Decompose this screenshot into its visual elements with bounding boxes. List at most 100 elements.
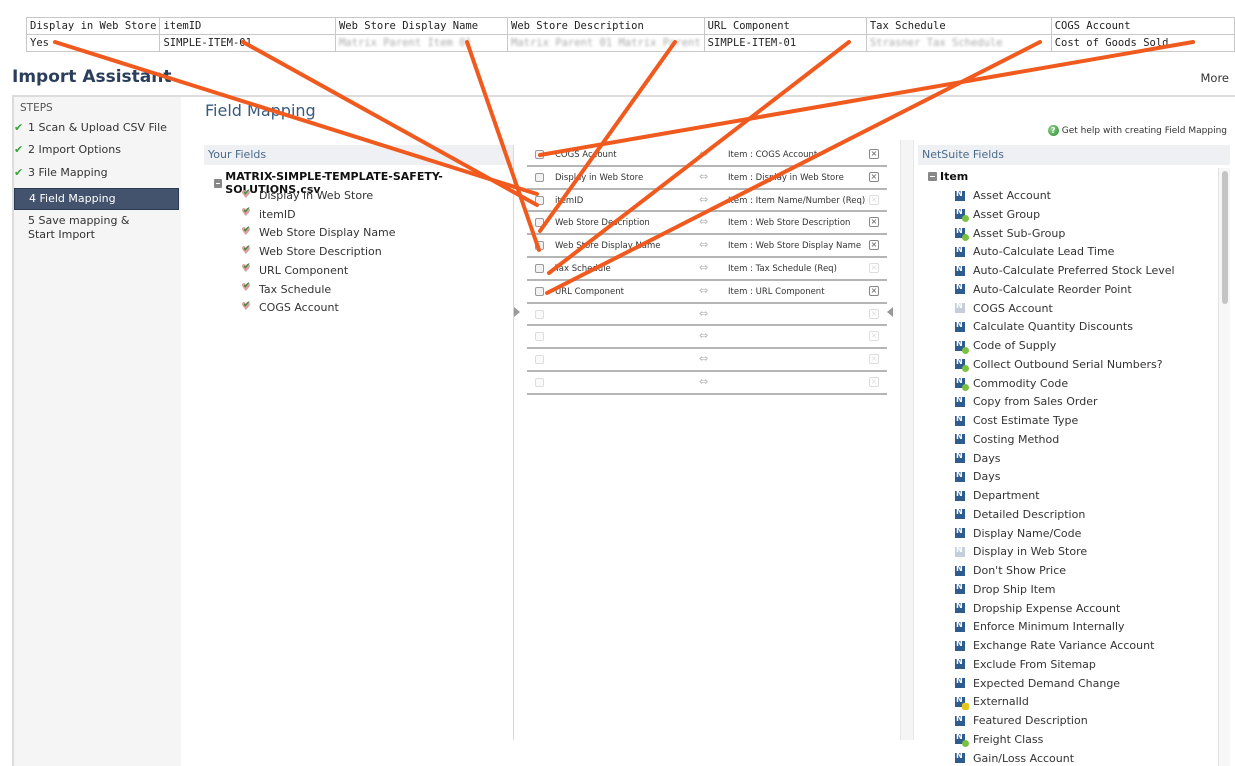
edit-mapping-icon[interactable] [535, 377, 544, 387]
mapping-target: Item : COGS Account [728, 150, 818, 160]
netsuite-scrollbar[interactable] [1218, 168, 1230, 766]
section-title: Field Mapping [205, 101, 316, 120]
netsuite-field-item[interactable]: Freight Class [955, 732, 1043, 748]
your-field-item[interactable]: itemID [241, 206, 296, 221]
collapse-icon[interactable] [928, 172, 937, 181]
netsuite-field-item[interactable]: Display in Web Store [955, 545, 1087, 558]
edit-mapping-icon[interactable] [535, 309, 544, 319]
netsuite-field-item[interactable]: Featured Description [955, 714, 1088, 727]
bidirectional-arrow-icon: ⇔ [699, 169, 709, 183]
step-label: 2 Import Options [28, 143, 121, 156]
remove-mapping-icon[interactable]: × [869, 376, 879, 387]
netsuite-field-item[interactable]: Detailed Description [955, 507, 1085, 521]
netsuite-field-item[interactable]: COGS Account [955, 301, 1053, 315]
edit-mapping-icon[interactable] [535, 263, 544, 273]
your-field-label: itemID [259, 207, 296, 221]
netsuite-field-item[interactable]: Days [955, 451, 1000, 465]
netsuite-field-label: Days [973, 470, 1001, 484]
step-save-start-import[interactable]: 5 Save mapping & Start Import [14, 214, 154, 242]
step-file-mapping[interactable]: ✔ 3 File Mapping [14, 166, 179, 180]
netsuite-field-icon [955, 207, 969, 223]
mapping-row: ⇔ × [527, 326, 887, 350]
netsuite-field-item[interactable]: Calculate Quantity Discounts [955, 320, 1133, 333]
csv-header-cell: Web Store Display Name [334, 17, 509, 35]
edit-mapping-icon[interactable] [535, 150, 544, 159]
netsuite-field-item[interactable]: Auto-Calculate Preferred Stock Level [955, 264, 1175, 277]
step-scan-upload[interactable]: ✔ 1 Scan & Upload CSV File [14, 121, 179, 135]
mapping-row: ⇔ × [527, 372, 887, 395]
item-node[interactable]: Item [928, 170, 968, 183]
netsuite-field-item[interactable]: Exclude From Sitemap [955, 657, 1096, 671]
remove-mapping-icon[interactable]: × [869, 194, 879, 205]
netsuite-field-label: Cost Estimate Type [973, 414, 1079, 427]
netsuite-field-label: Copy from Sales Order [973, 395, 1098, 409]
remove-mapping-icon[interactable]: × [869, 240, 879, 251]
netsuite-field-item[interactable]: Gain/Loss Account [955, 751, 1074, 765]
your-field-item[interactable]: Display in Web Store [241, 188, 373, 203]
netsuite-field-label: Auto-Calculate Lead Time [973, 245, 1115, 259]
netsuite-field-item[interactable]: Cost Estimate Type [955, 414, 1078, 427]
remove-mapping-icon[interactable]: × [869, 331, 879, 342]
edit-mapping-icon[interactable] [535, 218, 544, 228]
netsuite-field-item[interactable]: Asset Group [955, 207, 1040, 223]
help-link[interactable]: ? Get help with creating Field Mapping [1047, 125, 1227, 136]
netsuite-field-item[interactable]: Department [955, 489, 1040, 502]
mapping-source: Tax Schedule [555, 263, 611, 274]
remove-mapping-icon[interactable]: × [869, 171, 879, 182]
netsuite-field-item[interactable]: Exchange Rate Variance Account [955, 639, 1154, 652]
your-field-item[interactable]: COGS Account [241, 300, 339, 315]
netsuite-field-item[interactable]: Auto-Calculate Reorder Point [955, 282, 1132, 296]
netsuite-field-item[interactable]: Commodity Code [955, 376, 1069, 391]
netsuite-field-item[interactable]: Drop Ship Item [955, 582, 1056, 596]
csv-cell: Yes [25, 34, 161, 52]
your-field-item[interactable]: URL Component [241, 262, 348, 277]
csv-header-cell: Tax Schedule [865, 17, 1052, 35]
collapse-left-icon[interactable] [514, 307, 520, 317]
more-menu-button[interactable]: More [1200, 71, 1229, 85]
netsuite-field-item[interactable]: Auto-Calculate Lead Time [955, 245, 1114, 258]
your-field-item[interactable]: Web Store Description [241, 244, 382, 259]
remove-mapping-icon[interactable]: × [869, 149, 879, 159]
netsuite-field-item[interactable]: Days [955, 470, 1000, 483]
netsuite-field-item[interactable]: Collect Outbound Serial Numbers? [955, 357, 1163, 373]
csv-header-row: Display in Web Store itemID Web Store Di… [25, 17, 1235, 35]
netsuite-field-item[interactable]: Asset Account [955, 189, 1051, 202]
netsuite-field-label: Costing Method [973, 432, 1060, 446]
remove-mapping-icon[interactable]: × [869, 217, 879, 228]
csv-header-cell: URL Component [703, 17, 867, 35]
csv-cell: SIMPLE-ITEM-01 [159, 34, 336, 52]
netsuite-field-icon [955, 376, 969, 391]
collapse-icon[interactable] [214, 178, 223, 188]
netsuite-field-item[interactable]: Don't Show Price [955, 564, 1066, 577]
edit-mapping-icon[interactable] [535, 286, 544, 296]
netsuite-field-item[interactable]: Copy from Sales Order [955, 395, 1098, 408]
netsuite-field-item[interactable]: Costing Method [955, 432, 1060, 446]
your-field-item[interactable]: Web Store Display Name [241, 225, 396, 240]
remove-mapping-icon[interactable]: × [869, 354, 879, 365]
your-field-item[interactable]: Tax Schedule [241, 281, 331, 296]
edit-mapping-icon[interactable] [535, 172, 544, 182]
edit-mapping-icon[interactable] [535, 195, 544, 205]
netsuite-field-item[interactable]: Code of Supply [955, 339, 1056, 354]
remove-mapping-icon[interactable]: × [869, 308, 879, 319]
step-field-mapping[interactable]: 4 Field Mapping [14, 188, 179, 210]
step-import-options[interactable]: ✔ 2 Import Options [14, 143, 179, 157]
edit-mapping-icon[interactable] [535, 332, 544, 342]
remove-mapping-icon[interactable]: × [869, 262, 879, 273]
edit-mapping-icon[interactable] [535, 241, 544, 251]
netsuite-field-icon [955, 582, 965, 595]
edit-mapping-icon[interactable] [535, 355, 544, 365]
netsuite-field-icon [955, 564, 965, 576]
netsuite-field-label: Commodity Code [973, 376, 1069, 390]
remove-mapping-icon[interactable]: × [869, 285, 879, 296]
netsuite-field-item[interactable]: Dropship Expense Account [955, 601, 1120, 615]
netsuite-field-item[interactable]: Enforce Minimum Internally [955, 620, 1125, 633]
collapse-right-icon[interactable] [887, 307, 893, 317]
netsuite-field-item[interactable]: Display Name/Code [955, 526, 1081, 540]
netsuite-field-item[interactable]: ExternalId [955, 695, 1029, 710]
netsuite-field-item[interactable]: Asset Sub-Group [955, 226, 1065, 241]
netsuite-field-item[interactable]: Expected Demand Change [955, 676, 1120, 690]
bidirectional-arrow-icon: ⇔ [699, 238, 709, 252]
list-badge-icon [962, 215, 969, 223]
scrollbar-thumb[interactable] [1222, 171, 1228, 304]
